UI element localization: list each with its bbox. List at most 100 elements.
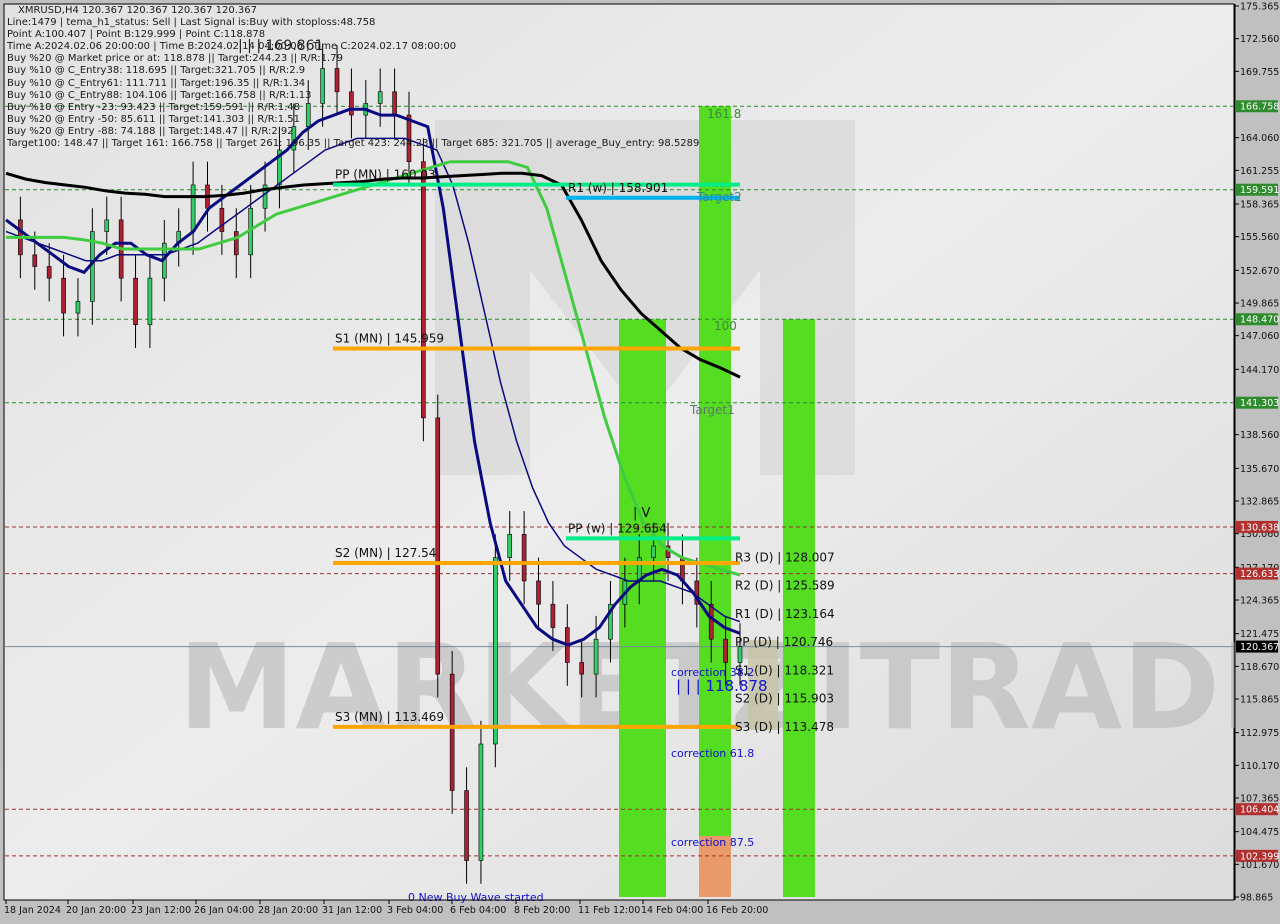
- annotation-label: | V: [633, 506, 651, 521]
- price-badge-label: 159.591: [1240, 185, 1279, 196]
- y-tick-label: 135.670: [1240, 464, 1279, 475]
- price-badge-label: 130.638: [1240, 522, 1279, 533]
- y-tick-label: 147.060: [1240, 331, 1279, 342]
- pivot-label: PP (MN) | 160.03: [335, 168, 436, 182]
- y-tick-label: 169.755: [1240, 67, 1279, 78]
- x-tick-label: 23 Jan 12:00: [131, 905, 191, 916]
- candle-body: [392, 91, 397, 116]
- candle-body: [723, 638, 728, 663]
- y-tick-label: 104.475: [1240, 827, 1279, 838]
- info-line: Point A:100.407 | Point B:129.999 | Poin…: [7, 29, 266, 41]
- y-tick-label: 110.170: [1240, 761, 1279, 772]
- candle-body: [190, 184, 196, 232]
- chart-window: MARKETZITRADE PP (MN) | 160.03S1 (MN) | …: [0, 0, 1280, 920]
- y-axis[interactable]: 175.365 172.560 169.755 164.060 161.255 158.3…: [1234, 0, 1280, 920]
- pivot-label: S2 (MN) | 127.54: [335, 546, 436, 560]
- y-tick-label: 121.475: [1240, 629, 1279, 640]
- overlay-price-label: | | | 169.861: [238, 38, 324, 54]
- price-badge-label: 166.758: [1240, 102, 1279, 113]
- daily-pivot-label: S3 (D) | 113.478: [735, 720, 834, 734]
- y-tick-label: 172.560: [1240, 34, 1279, 45]
- info-line: Buy %10 @ C_Entry61: 111.711 || Target:1…: [7, 77, 306, 89]
- daily-pivot-label: PP (D) | 120.746: [735, 635, 833, 649]
- info-line: Buy %20 @ Entry -50: 85.611 || Target:14…: [7, 113, 300, 125]
- y-tick-label: 138.560: [1240, 430, 1279, 441]
- y-tick-label: 175.365: [1240, 2, 1279, 13]
- candle-body: [320, 68, 325, 104]
- y-tick-label: 132.865: [1240, 497, 1279, 508]
- pivot-label: S3 (MN) | 113.469: [335, 710, 444, 724]
- info-line: Buy %20 @ Market price or at: 118.878 ||…: [7, 53, 343, 65]
- annotation-label: 100: [714, 319, 737, 333]
- x-tick-label: 28 Jan 20:00: [258, 905, 318, 916]
- candle-body: [349, 91, 354, 116]
- candle-body: [464, 790, 469, 861]
- candle-body: [651, 545, 656, 558]
- info-line: Target100: 148.47 || Target 161: 166.758…: [7, 138, 700, 149]
- annotation-label: correction 87.5: [671, 836, 754, 849]
- candle-body: [147, 277, 153, 326]
- annotation-label: 161.8: [707, 107, 741, 121]
- candle-body: [421, 161, 426, 419]
- candle-body: [334, 68, 340, 93]
- y-tick-label: 112.975: [1240, 728, 1279, 739]
- annotation-label: correction 61.8: [671, 747, 754, 760]
- pivot-label: PP (w) | 129.654: [568, 521, 667, 535]
- candle-body: [550, 603, 556, 628]
- candle-body: [75, 301, 81, 314]
- candle-body: [61, 277, 66, 314]
- y-tick-label: 161.255: [1240, 166, 1279, 177]
- y-tick-label: 144.170: [1240, 365, 1279, 376]
- candle-body: [536, 580, 541, 605]
- y-tick-label: 152.670: [1240, 266, 1279, 277]
- x-tick-label: 6 Feb 04:00: [450, 905, 506, 916]
- info-line: Buy %20 @ Entry -88: 74.188 || Target:14…: [7, 125, 294, 137]
- annotation-label: 0 New Buy Wave started: [408, 891, 544, 904]
- price-badge-label: 126.633: [1240, 569, 1279, 580]
- x-tick-label: 11 Feb 12:00: [578, 905, 640, 916]
- y-tick-label: 115.865: [1240, 695, 1279, 706]
- info-line: Line:1479 | tema_h1_status: Sell | Last …: [7, 17, 376, 28]
- x-tick-label: 16 Feb 20:00: [706, 905, 768, 916]
- y-tick-label: 149.865: [1240, 299, 1279, 310]
- price-badge-label: 102.399: [1240, 851, 1279, 862]
- candle-body: [478, 743, 484, 861]
- y-tick-label: 98.865: [1240, 893, 1273, 904]
- candle-body: [305, 103, 311, 128]
- current-price-label: 120.367: [1240, 642, 1279, 653]
- x-tick-label: 26 Jan 04:00: [194, 905, 254, 916]
- candle-body: [493, 557, 498, 745]
- y-tick-label: 124.365: [1240, 596, 1279, 607]
- candle-body: [219, 207, 225, 232]
- y-tick-label: 118.670: [1240, 662, 1279, 673]
- y-tick-label: 107.365: [1240, 794, 1279, 805]
- info-line: Buy %10 @ C_Entry38: 118.695 || Target:3…: [7, 65, 306, 77]
- annotation-label: | | | 118.878: [676, 677, 768, 695]
- symbol-header: XMRUSD,H4 120.367 120.367 120.367 120.36…: [18, 5, 257, 16]
- daily-pivot-label: R3 (D) | 128.007: [735, 551, 835, 565]
- x-tick-label: 31 Jan 12:00: [322, 905, 382, 916]
- candle-body: [133, 277, 138, 326]
- candle-body: [507, 534, 513, 558]
- info-line: Time A:2024.02.06 20:00:00 | Time B:2024…: [7, 41, 457, 53]
- y-tick-label: 155.560: [1240, 232, 1279, 243]
- candle-body: [46, 266, 52, 279]
- daily-pivot-label: R1 (D) | 123.164: [735, 607, 835, 621]
- x-tick-label: 8 Feb 20:00: [514, 905, 570, 916]
- price-badge-label: 106.404: [1240, 805, 1279, 816]
- annotation-label: Target2: [696, 190, 742, 204]
- pivot-label: S1 (MN) | 145.959: [335, 331, 444, 345]
- pivot-label: R1 (w) | 158.901: [568, 181, 668, 195]
- candle-body: [233, 231, 239, 256]
- candle-body: [593, 638, 599, 675]
- candle-body: [579, 662, 584, 675]
- info-line: Buy %10 @ Entry -23: 93.423 || Target:15…: [7, 101, 300, 113]
- candle-body: [377, 91, 383, 104]
- info-line: Buy %10 @ C_Entry88: 104.106 || Target:1…: [7, 89, 312, 101]
- x-tick-label: 3 Feb 04:00: [387, 905, 443, 916]
- candle-body: [104, 219, 110, 232]
- zone-zone-a: [619, 319, 666, 897]
- x-tick-label: 18 Jan 2024: [4, 905, 61, 916]
- candle-body: [708, 603, 714, 640]
- y-tick-label: 158.365: [1240, 200, 1279, 211]
